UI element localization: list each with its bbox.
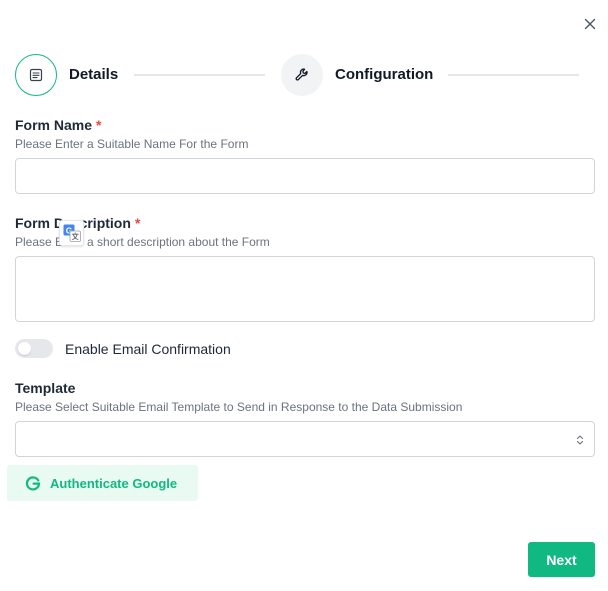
step-configuration-label: Configuration: [335, 66, 434, 83]
required-mark: *: [96, 117, 102, 133]
step-details[interactable]: [15, 54, 57, 96]
email-confirmation-toggle[interactable]: [15, 339, 53, 358]
close-button[interactable]: [582, 16, 598, 32]
close-icon: [584, 18, 596, 30]
required-mark: *: [134, 215, 141, 231]
template-select[interactable]: [15, 421, 595, 457]
translate-button[interactable]: G: [59, 220, 84, 246]
step-details-label: Details: [69, 66, 119, 83]
step-configuration[interactable]: [281, 54, 323, 96]
template-label: Template: [15, 380, 76, 396]
document-icon: [29, 68, 43, 82]
email-confirmation-label: Enable Email Confirmation: [65, 341, 231, 357]
form-name-help: Please Enter a Suitable Name For the For…: [15, 137, 249, 151]
form-name-label: Form Name *: [15, 117, 102, 133]
next-button[interactable]: Next: [528, 542, 595, 577]
step-connector: [448, 74, 579, 76]
form-description-help: Please Enter a short description about t…: [15, 235, 270, 249]
google-translate-icon: G: [63, 224, 81, 242]
authenticate-google-label: Authenticate Google: [50, 476, 178, 491]
google-g-icon: [25, 476, 41, 491]
form-name-input[interactable]: [15, 158, 595, 194]
toggle-knob: [18, 342, 31, 355]
template-help: Please Select Suitable Email Template to…: [15, 400, 463, 414]
form-description-textarea[interactable]: [15, 256, 595, 322]
stepper: Details Configuration: [15, 54, 580, 96]
wrench-icon: [295, 68, 308, 81]
step-connector: [134, 74, 265, 76]
chevron-up-down-icon: [576, 435, 584, 445]
authenticate-google-button[interactable]: Authenticate Google: [7, 465, 198, 501]
